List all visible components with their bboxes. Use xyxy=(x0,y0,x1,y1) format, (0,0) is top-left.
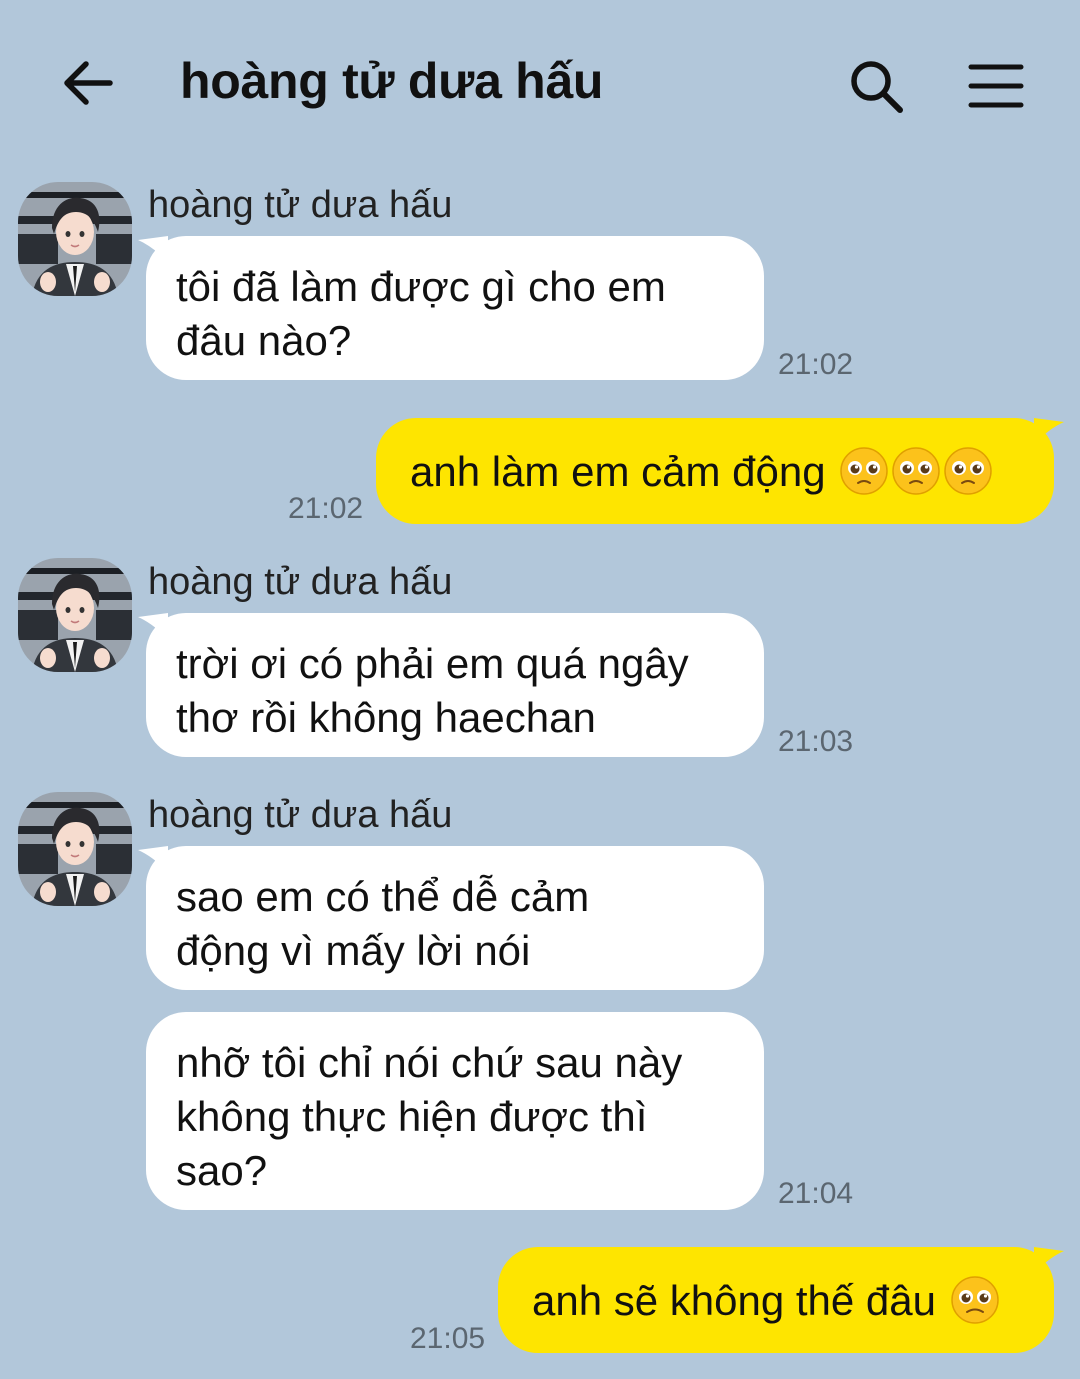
outgoing-message-bubble[interactable]: anh làm em cảm động xyxy=(376,418,1054,524)
chat-header: hoàng tử dưa hấu xyxy=(0,0,1080,170)
outgoing-message-bubble[interactable]: anh sẽ không thế đâu xyxy=(498,1247,1054,1353)
profile-picture xyxy=(18,182,132,296)
message-timestamp: 21:02 xyxy=(288,492,364,525)
hamburger-menu-icon xyxy=(968,64,1024,108)
chat-screen: hoàng tử dưa hấu hoàng tử dưa hấu tôi đã… xyxy=(0,0,1080,1379)
profile-picture xyxy=(18,558,132,672)
message-timestamp: 21:05 xyxy=(410,1322,486,1355)
message-text: anh làm em cảm động xyxy=(410,448,826,495)
pleading-face-emoji xyxy=(948,1276,1000,1324)
message-text: anh sẽ không thế đâu xyxy=(532,1277,937,1324)
search-button[interactable] xyxy=(840,50,912,122)
message-timestamp: 21:03 xyxy=(778,725,854,758)
chat-title: hoàng tử dưa hấu xyxy=(180,53,604,109)
sender-name: hoàng tử dưa hấu xyxy=(148,794,453,836)
pleading-face-emoji xyxy=(837,447,993,495)
arrow-left-icon xyxy=(64,61,113,105)
back-button[interactable] xyxy=(52,48,122,118)
sender-name: hoàng tử dưa hấu xyxy=(148,184,453,226)
message-timestamp: 21:02 xyxy=(778,348,854,381)
avatar[interactable] xyxy=(18,182,132,296)
incoming-message-bubble[interactable]: trời ơi có phải em quá ngây thơ rồi khôn… xyxy=(146,613,764,757)
avatar[interactable] xyxy=(18,558,132,672)
profile-picture xyxy=(18,792,132,906)
incoming-message-bubble[interactable]: nhỡ tôi chỉ nói chứ sau này không thực h… xyxy=(146,1012,764,1210)
menu-button[interactable] xyxy=(960,50,1032,122)
incoming-message-bubble[interactable]: tôi đã làm được gì cho em đâu nào? xyxy=(146,236,764,380)
message-timestamp: 21:04 xyxy=(778,1177,854,1210)
sender-name: hoàng tử dưa hấu xyxy=(148,561,453,603)
incoming-message-bubble[interactable]: sao em có thể dễ cảm động vì mấy lời nói xyxy=(146,846,764,990)
avatar[interactable] xyxy=(18,792,132,906)
search-icon xyxy=(851,61,903,113)
